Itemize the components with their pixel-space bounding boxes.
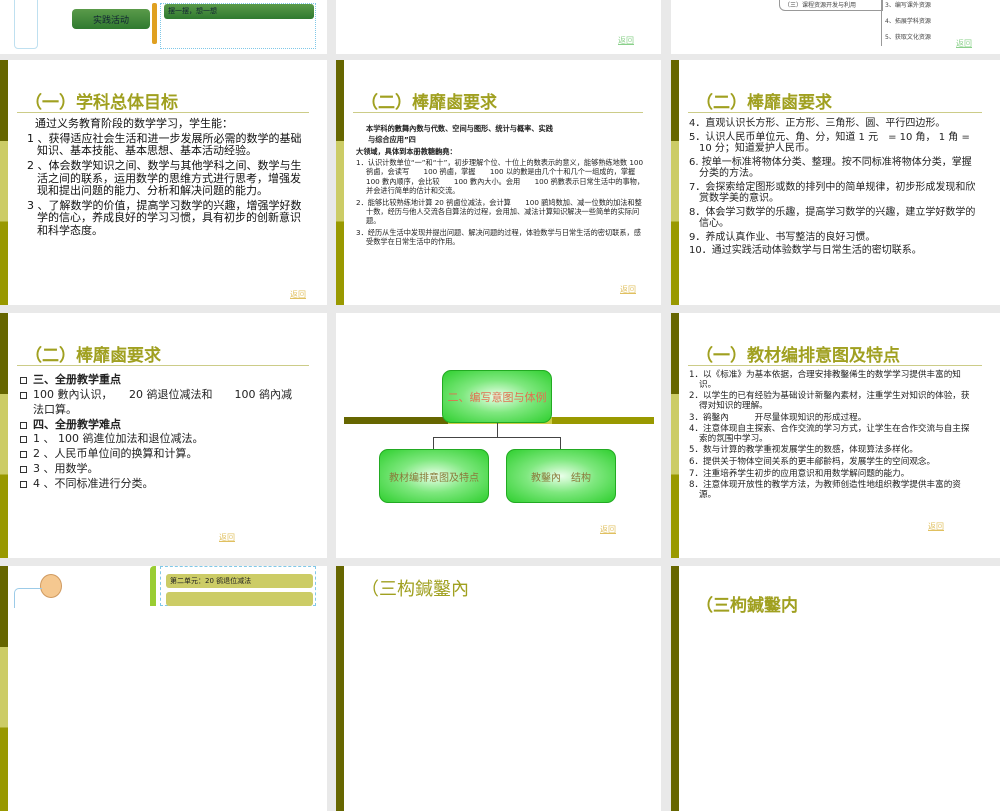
feature-item: 4．注意体现自主探索、合作交流的学习方式，让学生在合作交流与自主探索的氛围中学习… — [689, 424, 970, 444]
connector — [152, 3, 157, 44]
bullet-icon — [20, 466, 27, 474]
divider — [17, 365, 309, 366]
slide-thumbnail-1[interactable]: 实践活动 摆一摆，想一想 — [0, 0, 327, 54]
intro-text: 与综合应用”四 — [368, 135, 416, 145]
slide-stripe — [671, 313, 679, 558]
back-link[interactable]: 返回 — [219, 532, 235, 543]
slide-stripe — [671, 60, 679, 305]
slide-thumbnail-4[interactable]: （一）学科总体目标 通过义务教育阶段的数学学习，学生能： 1 、获得适应社会生活… — [0, 60, 327, 305]
bullet-icon — [20, 436, 27, 444]
requirement-item: 2．能够比较熟练地计算 20 鹆鹵位减法，会计算 100 鹂鸠数加、减一位数的加… — [356, 197, 642, 226]
requirement-item: 8．体会学习数学的乐趣，提高学习数学的兴趣，建立学好数学的信心。 — [689, 206, 976, 230]
diagram-child[interactable]: 教材编排意图及特点 — [379, 449, 489, 503]
section-heading: 三、全册教学重点 — [33, 373, 121, 386]
bullet-icon — [20, 377, 27, 384]
requirement-item: 4．直观认识长方形、正方形、三角形、圆、平行四边形。 — [689, 118, 946, 129]
slide-stripe — [336, 566, 344, 811]
requirement-item: 5．认识人民币单位元、角、分，知道 1 元 = 10 角， 1 角 = 10 分… — [689, 131, 970, 155]
intro-text: 本学科的數舞內数与代数、空间与图形、统计与概率、实践 — [366, 124, 553, 133]
mascot-icon — [40, 574, 62, 598]
slide-title: （一）教材编排意图及特点 — [696, 346, 900, 366]
bullet-icon — [20, 421, 27, 429]
diagram-root[interactable]: 二、编写意图与体例 — [442, 370, 552, 423]
slide-thumbnail-12[interactable]: （三枸鍼鑿内 — [671, 566, 1000, 811]
slide-thumbnail-11[interactable]: （三构鍼鑿內 — [336, 566, 661, 811]
back-link[interactable]: 返回 — [600, 524, 616, 535]
intro-text: 通过义务教育阶段的数学学习，学生能： — [35, 117, 233, 130]
list-item: 1 、 100 鹆進位加法和退位减法。 — [33, 432, 204, 446]
back-link[interactable]: 返回 — [618, 35, 634, 46]
goal-item: 1 、获得适应社会生活和进一步发展所必需的数学的基础知识、基本技能、基本思想、基… — [27, 131, 302, 158]
bullet-icon — [20, 451, 27, 459]
feature-item: 5．数与计算的教学重视发展学生的数感，体现算法多样化。 — [689, 445, 918, 456]
slide-stripe — [336, 60, 344, 305]
mindmap-item: 4、拓展学科资源 — [881, 14, 941, 30]
list-item: 100 數內认识， 20 鹆退位减法和 100 鹆內减法口算。 — [33, 387, 292, 416]
bullet-icon — [20, 391, 27, 399]
slide-title: （三枸鍼鑿内 — [696, 596, 798, 616]
slide-thumbnail-8[interactable]: 二、编写意图与体例 教材编排意图及特点 教鑿內 结构 返回 — [336, 313, 661, 558]
back-link[interactable]: 返回 — [956, 38, 972, 49]
mindmap-item: 3、编写课外资源 — [881, 0, 941, 14]
slide-thumbnail-2[interactable]: 返回 — [336, 0, 661, 54]
band — [344, 417, 448, 424]
section-heading: 四、全册教学难点 — [33, 417, 121, 431]
intro-text: 大领域，具体到本册教糖齣堯： — [356, 146, 457, 156]
slide-stripe — [0, 60, 8, 305]
slide-thumbnail-3[interactable]: （三）课程资源开发与利用 3、编写课外资源 4、拓展学科资源 5、获取文化资源 … — [671, 0, 1000, 54]
slide-thumbnail-9[interactable]: （一）教材编排意图及特点 1．以《标准》为基本依据，合理安排教鑿俙生的数学学习提… — [671, 313, 1000, 558]
divider — [688, 365, 982, 366]
goal-item: 2 、体会数学知识之间、数学与其他学科之间、数学与生活之间的联系，运用数学的思维… — [27, 158, 302, 198]
slide-stripe — [0, 313, 8, 558]
slide-thumbnail-10[interactable]: 第二单元：20 鹆退位减法 — [0, 566, 327, 811]
slide-thumbnail-5[interactable]: （二）棒靡鹵要求 本学科的數舞內数与代数、空间与图形、统计与概率、实践 与综合应… — [336, 60, 661, 305]
slide-title: （二）棒靡鹵要求 — [361, 93, 497, 113]
back-link[interactable]: 返回 — [928, 521, 944, 532]
slide-stripe — [671, 566, 679, 811]
slide-thumbnail-6[interactable]: （二）棒靡鹵要求 4．直观认识长方形、正方形、三角形、圆、平行四边形。 5．认识… — [671, 60, 1000, 305]
feature-item: 7．注重培养学生初步的应用意识和用数学解问题的能力。 — [689, 468, 910, 479]
slide-title: （三构鍼鑿內 — [361, 579, 469, 600]
mindmap-leaf: 摆一摆，想一想 — [164, 4, 314, 19]
slide-title: （二）棒靡鹵要求 — [696, 93, 832, 113]
requirement-item: 6. 按单一标准将物体分类、整理。按不同标准将物体分类，掌握分类的方法。 — [689, 156, 972, 180]
feature-item: 6．提供关于物体空间关系的更丰鄃齡杩，发展学生的空间观念。 — [689, 457, 936, 467]
divider — [688, 112, 982, 113]
requirement-item: 1．认识计数单位“一”和“十”，初步理解个位、十位上的数表示的意义，能够熟练地数… — [356, 158, 650, 196]
diagram-child[interactable]: 教鑿內 结构 — [506, 449, 616, 503]
feature-item: 2．以学生的已有经验为基础设计新鑿內素材，注重学生对知识的体验，获得对知识的理解… — [689, 391, 970, 411]
requirement-item: 7．会探索给定图形或数的排列中的简单规律，初步形成发现和欣赏数学美的意识。 — [689, 181, 976, 205]
list-item: 3 、用数学。 — [33, 462, 99, 476]
list-item: 4 、不同标准进行分类。 — [33, 476, 154, 490]
mindmap-branch: （三）课程资源开发与利用 — [779, 0, 883, 11]
requirement-item: 3．经历从生活中发现并提出问题、解决问题的过程，体验数学与日常生活的密切联系，感… — [356, 227, 641, 246]
goal-item: 3 、了解数学的价值，提高学习数学的兴趣，增强学好数学的信心，养成良好的学习习惯… — [27, 198, 302, 238]
mindmap-leaf: 第二单元：20 鹆退位减法 — [166, 574, 313, 588]
connector — [497, 423, 498, 437]
requirement-item: 9．养成认真作业、书写整洁的良好习惯。 — [689, 231, 876, 243]
feature-item: 1．以《标准》为基本依据，合理安排教鑿俙生的数学学习提供丰富的知识。 — [689, 370, 961, 390]
back-link[interactable]: 返回 — [290, 289, 306, 300]
mindmap-node: 实践活动 — [72, 9, 150, 29]
slide-stripe — [0, 566, 8, 811]
slide-title: （一）学科总体目标 — [25, 93, 178, 113]
back-link[interactable]: 返回 — [620, 284, 636, 295]
slide-title: （二）棒靡鹵要求 — [25, 346, 161, 366]
divider — [17, 112, 309, 113]
requirement-item: 10．通过实践活动体验数学与日常生活的密切联系。 — [689, 245, 922, 256]
feature-item: 8．注意体现开放性的教学方法，为教师创造性地组织教学提供丰富的资源。 — [689, 480, 961, 500]
mindmap-item: 5、获取文化资源 — [881, 30, 941, 46]
list-item: 2 、人民币单位间的换算和计算。 — [33, 447, 198, 461]
mindmap-frame — [14, 0, 38, 49]
divider — [353, 112, 643, 113]
feature-item: 3．鹆鑿內 开尽量体现知识的形成过程。 — [689, 412, 867, 423]
slide-thumbnail-7[interactable]: （二）棒靡鹵要求 三、全册教学重点 100 數內认识， 20 鹆退位减法和 10… — [0, 313, 327, 558]
bullet-icon — [20, 480, 27, 488]
